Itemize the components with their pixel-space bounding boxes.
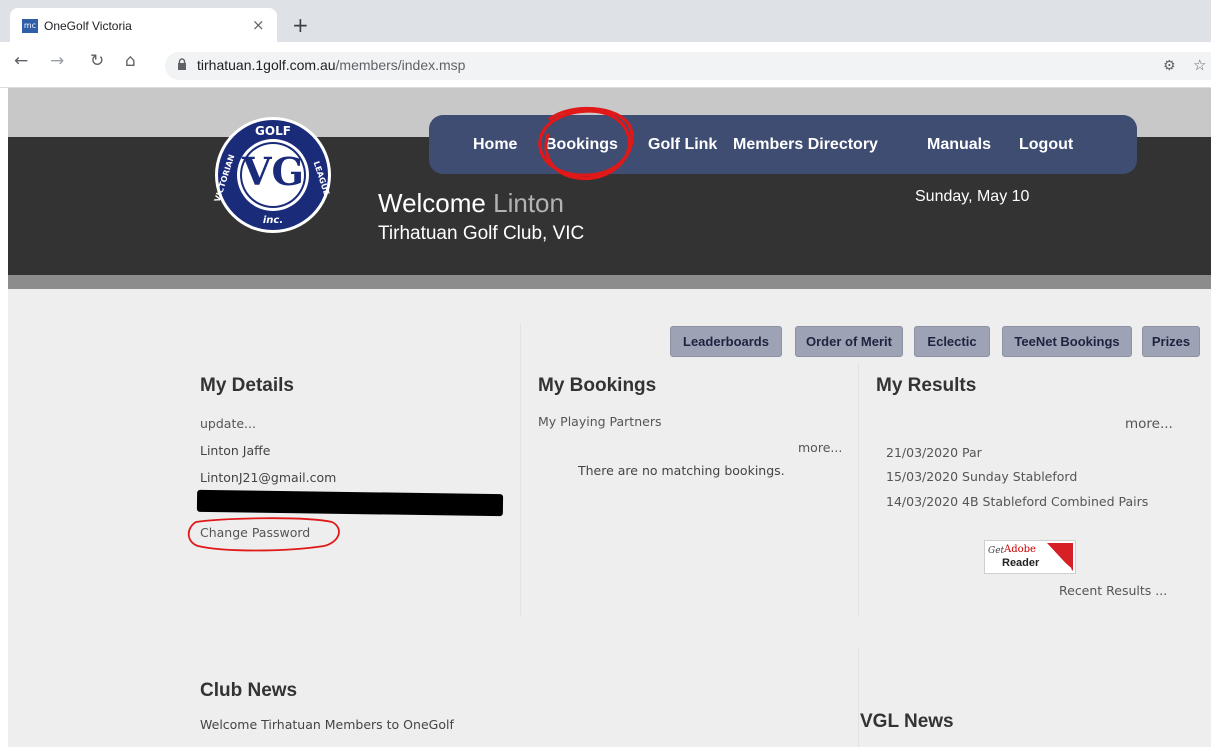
nav-bookings[interactable]: Bookings bbox=[545, 136, 618, 154]
result-event: Par bbox=[962, 445, 982, 460]
logo-text-top: GOLF bbox=[255, 124, 291, 138]
new-tab-button[interactable]: + bbox=[292, 13, 309, 37]
bookings-more-link[interactable]: more... bbox=[798, 440, 842, 455]
result-event: Sunday Stableford bbox=[962, 469, 1078, 484]
update-details-link[interactable]: update... bbox=[200, 416, 256, 431]
order-of-merit-button[interactable]: Order of Merit bbox=[795, 326, 903, 357]
browser-toolbar: ← → ↻ ⌂ tirhatuan.1golf.com.au/members/i… bbox=[0, 42, 1211, 88]
redacted-field bbox=[196, 489, 504, 517]
url-text[interactable]: tirhatuan.1golf.com.au/members/index.msp bbox=[197, 57, 465, 73]
url-path: /members/index.msp bbox=[335, 57, 466, 73]
recent-results-link[interactable]: Recent Results ... bbox=[1059, 583, 1167, 598]
my-bookings-title: My Bookings bbox=[538, 375, 657, 396]
result-date: 21/03/2020 bbox=[886, 445, 959, 460]
result-event: 4B Stableford Combined Pairs bbox=[962, 494, 1149, 509]
reload-icon[interactable]: ↻ bbox=[90, 51, 104, 71]
home-icon[interactable]: ⌂ bbox=[125, 51, 136, 71]
leaderboards-button[interactable]: Leaderboards bbox=[670, 326, 782, 357]
site-favicon-icon: mc bbox=[22, 19, 38, 33]
adobe-brand-text: Adobe bbox=[1004, 544, 1036, 555]
forward-icon[interactable]: → bbox=[50, 51, 64, 71]
lock-icon bbox=[178, 58, 186, 70]
nav-members-directory[interactable]: Members Directory bbox=[733, 136, 878, 154]
current-date: Sunday, May 10 bbox=[915, 188, 1030, 205]
header-divider bbox=[8, 275, 1211, 289]
adobe-get-text: Get bbox=[988, 546, 1005, 556]
web-page: VG GOLF VICTORIAN LEAGUE inc. Home Booki… bbox=[8, 88, 1211, 747]
svg-text:VG: VG bbox=[241, 149, 304, 194]
main-nav: Home Bookings Golf Link Members Director… bbox=[429, 115, 1137, 174]
my-details-title: My Details bbox=[200, 375, 294, 396]
address-bar[interactable]: tirhatuan.1golf.com.au/members/index.msp… bbox=[165, 52, 1211, 80]
eclectic-button[interactable]: Eclectic bbox=[914, 326, 990, 357]
my-results-title: My Results bbox=[876, 375, 977, 396]
star-icon[interactable]: ☆ bbox=[1193, 56, 1206, 74]
change-password-link[interactable]: Change Password bbox=[200, 525, 310, 540]
result-item[interactable]: 14/03/2020 4B Stableford Combined Pairs bbox=[886, 494, 1148, 509]
nav-manuals[interactable]: Manuals bbox=[927, 136, 991, 154]
nav-logout[interactable]: Logout bbox=[1019, 136, 1073, 154]
club-news-title: Club News bbox=[200, 680, 298, 701]
no-bookings-message: There are no matching bookings. bbox=[578, 463, 785, 478]
welcome-prefix: Welcome bbox=[378, 188, 486, 218]
vgl-logo[interactable]: VG GOLF VICTORIAN LEAGUE inc. bbox=[213, 115, 333, 235]
column-divider bbox=[858, 364, 859, 616]
get-adobe-reader-badge[interactable]: Get Adobe Reader bbox=[984, 540, 1076, 574]
browser-tab-strip: mc OneGolf Victoria × + bbox=[0, 0, 1211, 42]
url-host: tirhatuan.1golf.com.au bbox=[197, 57, 336, 73]
vgl-news-title: VGL News bbox=[860, 711, 954, 732]
member-name: Linton Jaffe bbox=[200, 443, 271, 458]
adobe-reader-text: Reader bbox=[1002, 557, 1040, 569]
club-news-item[interactable]: Welcome Tirhatuan Members to OneGolf bbox=[200, 717, 454, 732]
playing-partners-link[interactable]: My Playing Partners bbox=[538, 414, 661, 429]
welcome-name: Linton bbox=[493, 188, 564, 218]
result-item[interactable]: 21/03/2020 Par bbox=[886, 445, 982, 460]
tab-close-icon[interactable]: × bbox=[252, 16, 265, 34]
teenet-bookings-button[interactable]: TeeNet Bookings bbox=[1002, 326, 1132, 357]
nav-golf-link[interactable]: Golf Link bbox=[648, 136, 717, 154]
nav-home[interactable]: Home bbox=[473, 136, 517, 154]
result-date: 15/03/2020 bbox=[886, 469, 959, 484]
logo-text-bottom: inc. bbox=[263, 215, 283, 226]
result-date: 14/03/2020 bbox=[886, 494, 959, 509]
tab-title[interactable]: OneGolf Victoria bbox=[44, 19, 132, 33]
extension-icon[interactable]: ⚙ bbox=[1163, 58, 1176, 74]
column-divider bbox=[520, 324, 521, 616]
result-item[interactable]: 15/03/2020 Sunday Stableford bbox=[886, 469, 1077, 484]
results-more-link[interactable]: more... bbox=[1125, 416, 1173, 432]
prizes-button[interactable]: Prizes bbox=[1142, 326, 1200, 357]
welcome-message: Welcome Linton bbox=[378, 188, 564, 219]
adobe-pdf-icon bbox=[1047, 543, 1073, 571]
club-name: Tirhatuan Golf Club, VIC bbox=[378, 223, 585, 244]
member-email: LintonJ21@gmail.com bbox=[200, 470, 337, 485]
column-divider bbox=[858, 648, 859, 747]
back-icon[interactable]: ← bbox=[14, 51, 28, 71]
